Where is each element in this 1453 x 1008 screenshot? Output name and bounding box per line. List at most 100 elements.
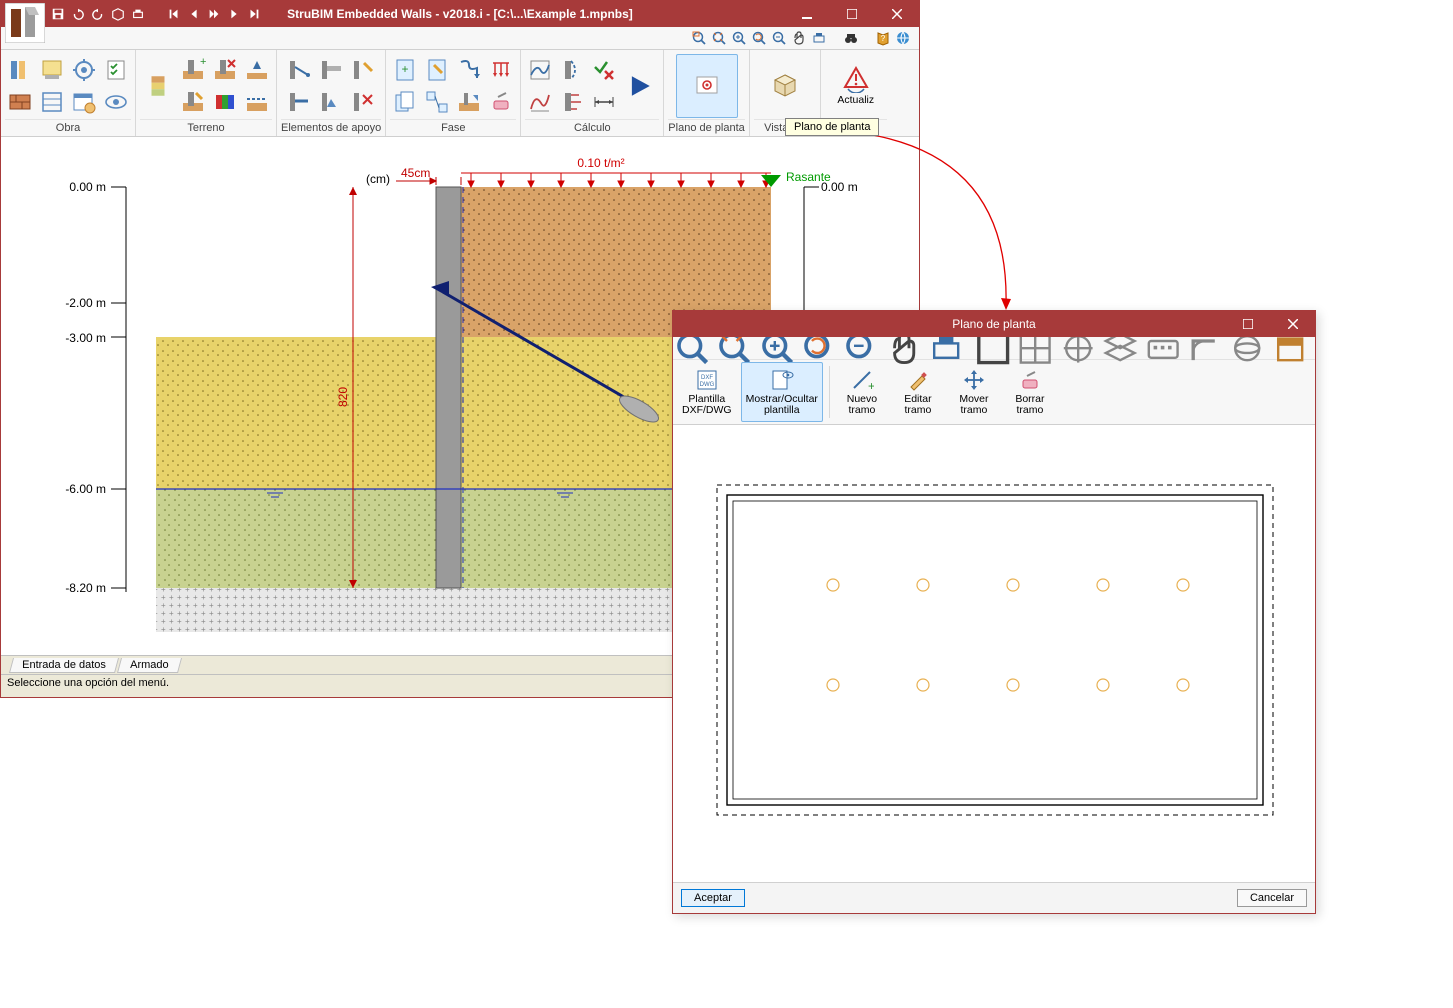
update-button[interactable]: Actualiz [825, 54, 887, 118]
svg-text:DWG: DWG [699, 382, 714, 388]
calendar-gear-icon[interactable] [69, 87, 99, 117]
dlg-plantilla-label: Plantilla DXF/DWG [682, 394, 732, 416]
dlg-close-button[interactable] [1270, 311, 1315, 337]
help-book-icon[interactable]: ? [875, 30, 891, 46]
dlg-borrar-tramo-btn[interactable]: Borrar tramo [1004, 362, 1056, 422]
tick-0: 0.00 m [69, 180, 106, 194]
element-delete-icon[interactable] [348, 87, 378, 117]
ribbon-group-obra: Obra [1, 50, 136, 136]
cancel-button[interactable]: Cancelar [1237, 889, 1307, 907]
svg-text:-3.00 m: -3.00 m [65, 331, 106, 345]
wall-section-icon[interactable] [5, 55, 35, 85]
help-globe-icon[interactable] [895, 30, 911, 46]
plan-drawing[interactable] [673, 425, 1313, 865]
dialog-canvas[interactable] [673, 425, 1315, 882]
svg-text:820: 820 [336, 387, 350, 407]
checklist-icon[interactable] [101, 55, 131, 85]
dlg-borrar-label: Borrar tramo [1015, 394, 1044, 416]
plan-view-button[interactable] [676, 54, 738, 118]
phase-copy-icon[interactable] [390, 87, 420, 117]
soil-layers-icon[interactable] [140, 57, 176, 115]
accept-button[interactable]: Aceptar [681, 889, 745, 907]
envelope-icon[interactable] [557, 87, 587, 117]
tooltip-plano-de-planta: Plano de planta [785, 118, 879, 136]
erase-load-icon[interactable] [486, 87, 516, 117]
rebar-icon[interactable] [37, 87, 67, 117]
phase-sequence-icon[interactable] [422, 87, 452, 117]
dlg-mostrar-ocultar-btn[interactable]: Mostrar/Ocultar plantilla [741, 362, 823, 422]
dlg-plantilla-btn[interactable]: DXFDWG Plantilla DXF/DWG [677, 362, 737, 422]
svg-text:(cm): (cm) [366, 172, 390, 186]
element-edit-icon[interactable] [348, 55, 378, 85]
phase-new-icon[interactable]: + [390, 55, 420, 85]
print-view-icon[interactable] [811, 30, 827, 46]
dimension-icon[interactable] [589, 87, 619, 117]
dlg-nuevo-label: Nuevo tramo [847, 394, 877, 416]
undo-icon[interactable] [71, 7, 85, 21]
nav-next-icon[interactable] [227, 7, 241, 21]
pan-icon[interactable] [791, 30, 807, 46]
zoom-extents-icon[interactable] [711, 30, 727, 46]
settings-gear-icon[interactable] [69, 55, 99, 85]
support-icon[interactable] [316, 87, 346, 117]
load-vertical-icon[interactable] [486, 55, 516, 85]
dlg-mover-tramo-btn[interactable]: Mover tramo [948, 362, 1000, 422]
group-label-calculo: Cálculo [525, 119, 659, 136]
graph-icon[interactable] [525, 55, 555, 85]
terrain-delete-icon[interactable] [210, 55, 240, 85]
phase-edit-icon[interactable] [422, 55, 452, 85]
view-3d-button[interactable] [754, 54, 816, 118]
eye-view-icon[interactable] [101, 87, 131, 117]
terrain-colors-icon[interactable] [210, 87, 240, 117]
wall-brick-icon[interactable] [5, 87, 35, 117]
dialog-view-toolbar [673, 337, 1315, 360]
tab-armado[interactable]: Armado [117, 658, 182, 673]
ribbon-group-plano: Plano de planta [664, 50, 749, 136]
calculate-play-icon[interactable] [621, 67, 659, 105]
nav-play-icon[interactable] [207, 7, 221, 21]
dlg-editar-tramo-btn[interactable]: Editar tramo [892, 362, 944, 422]
minimize-button[interactable] [784, 1, 829, 27]
dlg-maximize-button[interactable] [1225, 311, 1270, 337]
nav-last-icon[interactable] [247, 7, 261, 21]
terrain-raise-icon[interactable] [242, 55, 272, 85]
dlg-mover-label: Mover tramo [959, 394, 988, 416]
zoom-out-icon[interactable] [771, 30, 787, 46]
main-titlebar: StruBIM Embedded Walls - v2018.i - [C:\.… [1, 1, 919, 27]
load-spring-icon[interactable] [454, 55, 484, 85]
terrain-edit-icon[interactable] [178, 87, 208, 117]
zoom-window-icon[interactable] [691, 30, 707, 46]
box-icon[interactable] [111, 7, 125, 21]
ribbon-group-elementos: Elementos de apoyo [277, 50, 386, 136]
redo-icon[interactable] [91, 7, 105, 21]
view-toolbar: ? [1, 27, 919, 50]
update-label: Actualiz [837, 95, 874, 106]
svg-text:?: ? [881, 34, 886, 43]
check-cross-icon[interactable] [589, 55, 619, 85]
strut-add-icon[interactable] [284, 87, 314, 117]
materials-icon[interactable] [37, 55, 67, 85]
svg-text:-6.00 m: -6.00 m [65, 482, 106, 496]
maximize-button[interactable] [829, 1, 874, 27]
dialog-toolbar: DXFDWG Plantilla DXF/DWG Mostrar/Ocultar… [673, 337, 1315, 425]
print-icon[interactable] [131, 7, 145, 21]
zoom-reset-icon[interactable] [751, 30, 767, 46]
nav-first-icon[interactable] [167, 7, 181, 21]
slab-icon[interactable] [316, 55, 346, 85]
terrain-add-icon[interactable]: + [178, 55, 208, 85]
nav-prev-icon[interactable] [187, 7, 201, 21]
dlg-nuevo-tramo-btn[interactable]: + Nuevo tramo [836, 362, 888, 422]
zoom-in-icon[interactable] [731, 30, 747, 46]
save-icon[interactable] [51, 7, 65, 21]
curve-icon[interactable] [525, 87, 555, 117]
anchor-add-icon[interactable] [284, 55, 314, 85]
svg-text:+: + [868, 379, 874, 392]
dialog-footer: Aceptar Cancelar [673, 882, 1315, 913]
deform-icon[interactable] [557, 55, 587, 85]
close-button[interactable] [874, 1, 919, 27]
tab-entrada-datos[interactable]: Entrada de datos [9, 658, 119, 673]
terrain-level-icon[interactable] [242, 87, 272, 117]
dialog-titlebar: Plano de planta [673, 311, 1315, 337]
phase-excavate-icon[interactable] [454, 87, 484, 117]
binoculars-icon[interactable] [843, 30, 859, 46]
